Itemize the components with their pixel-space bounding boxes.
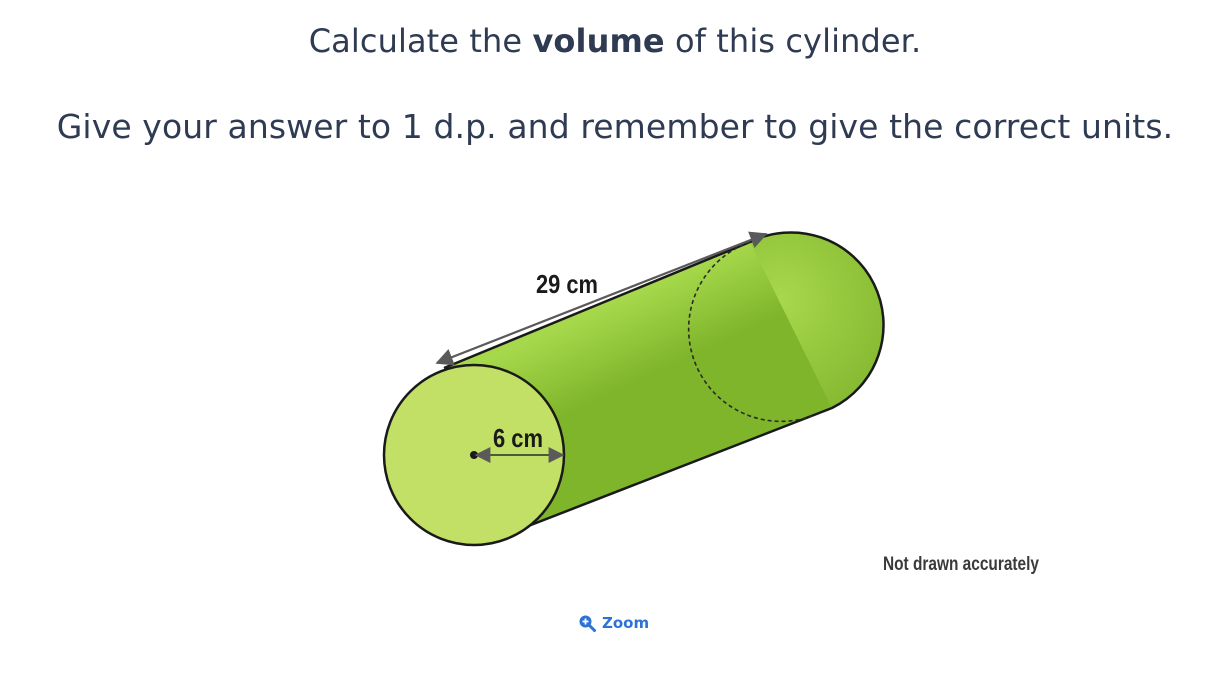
zoom-in-icon bbox=[578, 614, 596, 632]
zoom-label: Zoom bbox=[602, 614, 650, 632]
not-to-scale-note: Not drawn accurately bbox=[883, 554, 1039, 575]
cylinder-diagram: 29 cm 6 cm Not drawn accurately bbox=[382, 231, 1039, 575]
length-label: 29 cm bbox=[536, 269, 598, 299]
zoom-button[interactable]: Zoom bbox=[578, 610, 649, 636]
radius-label: 6 cm bbox=[493, 423, 543, 453]
